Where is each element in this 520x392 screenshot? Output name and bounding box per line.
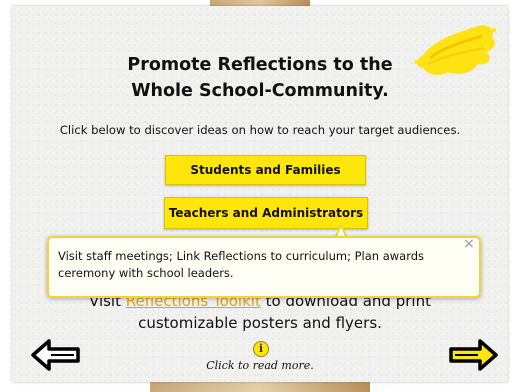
tooltip-text: Visit staff meetings; Link Reflections t…	[58, 249, 425, 280]
tooltip-popup: Visit staff meetings; Link Reflections t…	[47, 236, 481, 298]
page-title: Promote Reflections to the Whole School-…	[0, 52, 520, 104]
arrow-left-icon[interactable]	[30, 337, 82, 373]
title-line-2: Whole School-Community.	[131, 81, 389, 101]
students-families-button[interactable]: Students and Families	[165, 155, 366, 185]
toolkit-line-2: customizable posters and flyers.	[138, 314, 382, 332]
close-icon[interactable]: ×	[462, 237, 476, 251]
instructions-text: Click below to discover ideas on how to …	[59, 123, 461, 137]
title-line-1: Promote Reflections to the	[127, 55, 393, 75]
info-icon[interactable]: i	[253, 341, 269, 357]
arrow-right-icon[interactable]	[447, 337, 499, 373]
